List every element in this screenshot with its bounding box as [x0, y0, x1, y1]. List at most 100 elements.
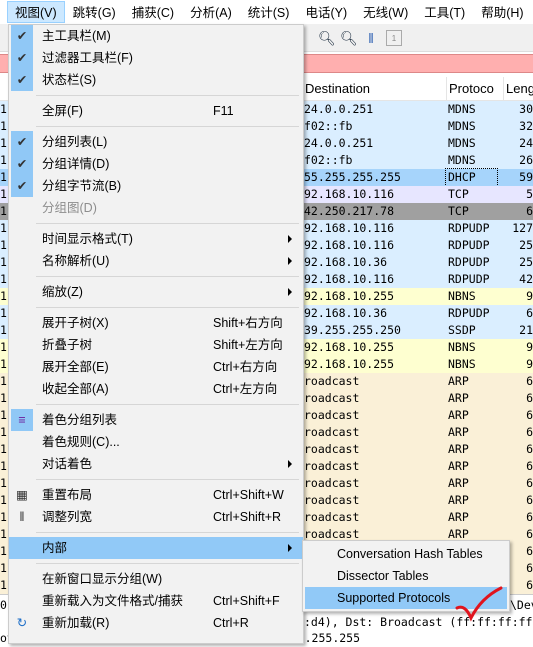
menubar-item[interactable]: 帮助(H): [473, 1, 531, 23]
menu-item[interactable]: ✔ 分组字节流(B): [9, 175, 303, 197]
menu-item[interactable]: ≡ 着色分组列表: [9, 409, 303, 431]
cell-len: 6: [526, 442, 533, 456]
cell-no: 1: [0, 544, 7, 558]
menu-item-label: 全屏(F): [42, 104, 83, 118]
checkmark-icon: ✔: [11, 131, 33, 153]
menu-item[interactable]: 时间显示格式(T): [9, 228, 303, 250]
resize-columns-icon[interactable]: ‖: [363, 30, 379, 46]
detail-line[interactable]: 0: [0, 597, 7, 614]
menu-item-label: 展开子树(X): [42, 316, 109, 330]
menu-item[interactable]: 折叠子树 Shift+左方向: [9, 334, 303, 356]
cell-len: 6: [526, 544, 533, 558]
detail-line[interactable]: \Dev: [510, 597, 533, 614]
cell-dst: roadcast: [304, 408, 360, 422]
cell-dst: 92.168.10.116: [304, 187, 395, 201]
cell-proto: ARP: [448, 425, 469, 439]
submenu-arrow-icon: [288, 235, 292, 243]
cell-len: 21: [519, 323, 533, 337]
menu-item-label: 重新载入为文件格式/捕获: [42, 594, 183, 608]
view-menu-dropdown: ✔ 主工具栏(M) ✔ 过滤器工具栏(F) ✔ 状态栏(S) 全屏(F) F11 ✔ 分组列表(L…: [8, 24, 304, 644]
menu-item-label: 重置布局: [42, 488, 93, 502]
cell-no: 1: [0, 102, 7, 116]
menu-item[interactable]: ▦ 重置布局 Ctrl+Shift+W: [9, 484, 303, 506]
checkmark-icon: ✔: [11, 25, 33, 47]
menu-item[interactable]: 着色规则(C)...: [9, 431, 303, 453]
menubar-item[interactable]: 捕获(C): [124, 1, 182, 23]
menu-item-label: 展开全部(E): [42, 360, 109, 374]
menu-item[interactable]: ✔ 过滤器工具栏(F): [9, 47, 303, 69]
column-destination[interactable]: Destination: [302, 77, 446, 101]
menu-item[interactable]: ✔ 状态栏(S): [9, 69, 303, 91]
menu-item-label: 重新加载(R): [42, 616, 110, 630]
cell-proto: ARP: [448, 442, 469, 456]
cell-proto: ARP: [448, 510, 469, 524]
column-protocol[interactable]: Protoco: [446, 77, 503, 101]
cell-len: 42: [519, 272, 533, 286]
checkmark-icon: ✔: [11, 153, 33, 175]
zoom-out-icon[interactable]: 🔍︎: [318, 30, 336, 46]
menu-item[interactable]: 对话着色: [9, 453, 303, 475]
cell-proto: NBNS: [448, 340, 476, 354]
menu-item-label: 着色规则(C)...: [42, 435, 120, 449]
menu-item[interactable]: 全屏(F) F11: [9, 100, 303, 122]
cell-no: 1: [0, 357, 7, 371]
menubar-item[interactable]: 工具(T): [416, 1, 473, 23]
menu-item[interactable]: ‖ 调整列宽 Ctrl+Shift+R: [9, 506, 303, 528]
cell-proto: RDPUDP: [448, 306, 490, 320]
cell-no: 1: [0, 221, 7, 235]
cell-no: 1: [0, 153, 7, 167]
zoom-reset-icon[interactable]: 🔍︎: [340, 30, 358, 46]
cell-len: 6: [526, 425, 533, 439]
menubar: 视图(V) 跳转(G) 捕获(C) 分析(A) 统计(S) 电话(Y) 无线(W) 工具(T)…: [0, 0, 533, 24]
menu-item[interactable]: 重新载入为文件格式/捕获 Ctrl+Shift+F: [9, 590, 303, 612]
menu-item[interactable]: 名称解析(U): [9, 250, 303, 272]
menu-item[interactable]: 展开子树(X) Shift+右方向: [9, 312, 303, 334]
cell-len: 6: [526, 510, 533, 524]
menu-item[interactable]: ↻ 重新加载(R) Ctrl+R: [9, 612, 303, 634]
menu-item-shortcut: Ctrl+左方向: [213, 382, 278, 396]
cell-dst: 92.168.10.255: [304, 289, 395, 303]
menu-item-label: 过滤器工具栏(F): [42, 51, 133, 65]
menu-item[interactable]: ✔ 分组列表(L): [9, 131, 303, 153]
menu-item[interactable]: 缩放(Z): [9, 281, 303, 303]
cell-dst: 92.168.10.36: [304, 306, 388, 320]
cell-len: 6: [526, 459, 533, 473]
menubar-item[interactable]: 跳转(G): [65, 1, 124, 23]
cell-dst: roadcast: [304, 459, 360, 473]
menu-item-label: 时间显示格式(T): [42, 232, 133, 246]
cell-dst: roadcast: [304, 391, 360, 405]
submenu-arrow-icon: [288, 288, 292, 296]
cell-len: 6: [526, 374, 533, 388]
cell-dst: 55.255.255.255: [304, 170, 401, 184]
menu-item-shortcut: Shift+左方向: [213, 338, 283, 352]
cell-no: 1: [0, 442, 7, 456]
menu-item-shortcut: Ctrl+R: [213, 616, 249, 630]
menu-item[interactable]: 展开全部(E) Ctrl+右方向: [9, 356, 303, 378]
cell-dst: 24.0.0.251: [304, 136, 374, 150]
cell-dst: roadcast: [304, 374, 360, 388]
cell-no: 1: [0, 272, 7, 286]
submenu-item[interactable]: Conversation Hash Tables: [305, 543, 507, 565]
menubar-item[interactable]: 无线(W): [355, 1, 416, 23]
menu-item[interactable]: 收起全部(A) Ctrl+左方向: [9, 378, 303, 400]
reset-layout-icon[interactable]: 1: [386, 30, 402, 46]
column-length[interactable]: Leng: [503, 77, 533, 101]
menubar-item[interactable]: 视图(V): [7, 1, 65, 23]
menu-item[interactable]: ✔ 主工具栏(M): [9, 25, 303, 47]
menu-item[interactable]: ✔ 分组详情(D): [9, 153, 303, 175]
menubar-item[interactable]: 电话(Y): [297, 1, 355, 23]
menubar-item[interactable]: 分析(A): [182, 1, 240, 23]
menu-item[interactable]: 分组图(D): [9, 197, 303, 219]
cell-proto: ARP: [448, 374, 469, 388]
menubar-item[interactable]: 统计(S): [240, 1, 298, 23]
menu-separator: [9, 400, 303, 409]
cell-len: 25: [519, 255, 533, 269]
cell-proto: SSDP: [448, 323, 476, 337]
menu-item[interactable]: 在新窗口显示分组(W): [9, 568, 303, 590]
menu-item[interactable]: 内部: [9, 537, 303, 559]
menu-separator: [9, 272, 303, 281]
submenu-arrow-icon: [288, 460, 292, 468]
menu-separator: [9, 122, 303, 131]
menu-separator: [9, 91, 303, 100]
cell-len: 9: [526, 357, 533, 371]
